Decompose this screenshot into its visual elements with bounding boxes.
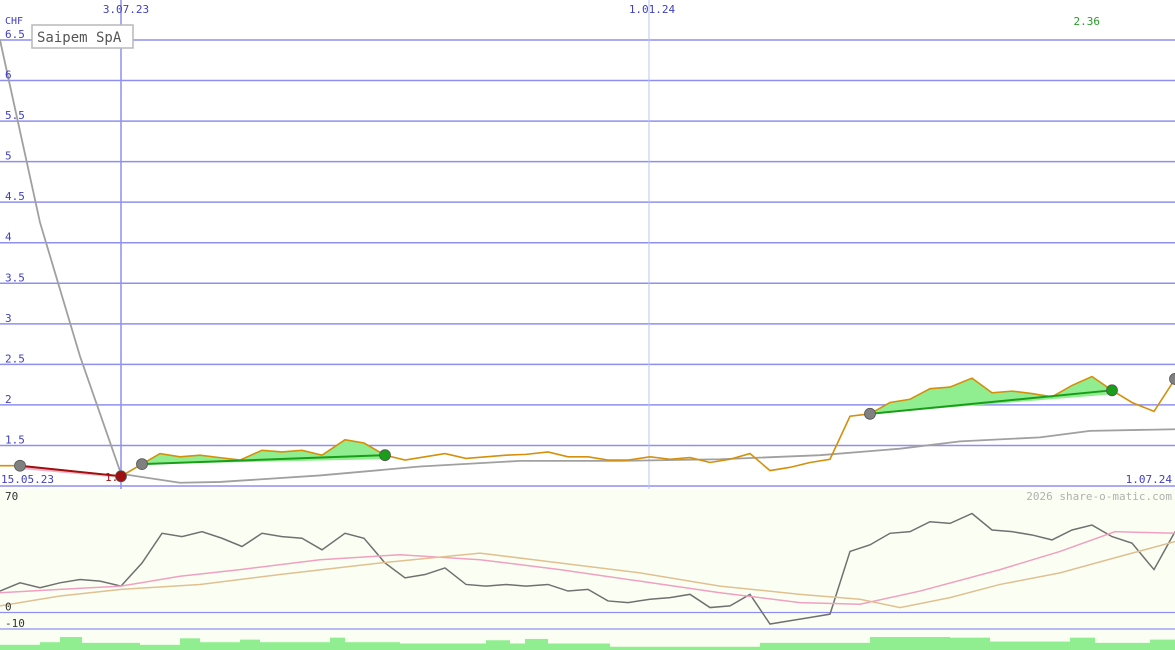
y-tick-label: 2.5 — [5, 352, 25, 365]
volume-bar — [548, 643, 610, 650]
last-value-label: 2.36 — [1074, 15, 1101, 28]
volume-bar — [240, 639, 260, 650]
volume-bar — [950, 637, 990, 650]
volume-bar — [60, 637, 82, 650]
indicator-tick-label: -10 — [5, 617, 25, 630]
price-lines — [0, 39, 1175, 484]
low-value-label: 1. — [105, 471, 118, 484]
volume-bar — [1150, 639, 1175, 650]
volume-bar — [40, 642, 60, 650]
y-tick-label: 3 — [5, 312, 12, 325]
y-tick-label: 2 — [5, 393, 12, 406]
stock-chart: 6.5 6 5.5 5 4.5 4 3.5 3 2.5 2 1.5 70 0 -10 2026 share… — [0, 0, 1175, 650]
end-date-label: 1.07.24 — [1126, 473, 1173, 486]
volume-bar — [470, 643, 486, 650]
top-date-label-1: 3.07.23 — [103, 3, 149, 16]
signal-markers — [14, 373, 1175, 483]
y-tick-label: 4 — [5, 231, 12, 244]
volume-bar — [180, 638, 200, 650]
volume-bar — [200, 642, 240, 650]
volume-bar — [990, 641, 1070, 650]
currency-label: CHF — [5, 16, 23, 27]
volume-bar — [870, 637, 950, 650]
y-tick-label: 4.5 — [5, 190, 25, 203]
y-tick-label: 1.5 — [5, 433, 25, 446]
top-date-label-2: 1.01.24 — [629, 3, 676, 16]
signal-marker — [1169, 373, 1175, 385]
trend-fill-up — [870, 376, 1112, 414]
volume-bar — [525, 638, 548, 650]
indicator-tick-label: 0 — [5, 601, 12, 614]
volume-bar — [345, 642, 400, 650]
signal-marker — [14, 459, 26, 472]
volume-bar — [82, 642, 140, 650]
volume-bar — [510, 643, 525, 650]
start-date-label: 15.05.23 — [1, 473, 54, 486]
volume-bar — [1095, 642, 1150, 650]
signal-marker — [1106, 384, 1118, 397]
volume-bar — [400, 643, 470, 650]
y-tick-label: 6 — [5, 69, 12, 82]
volume-bar — [140, 644, 180, 650]
volume-bar — [0, 644, 40, 650]
volume-bar — [1070, 637, 1095, 650]
y-tick-label: 5 — [5, 150, 12, 163]
volume-bar — [760, 642, 870, 650]
y-tick-label: 6.5 — [5, 28, 25, 41]
y-tick-label: 3.5 — [5, 271, 25, 284]
volume-bar — [330, 637, 345, 650]
volume-bar — [260, 642, 330, 650]
watermark: 2026 share-o-matic.com — [1026, 490, 1172, 503]
series-line-moving_avg — [0, 39, 1175, 484]
signal-marker — [379, 449, 391, 462]
indicator-tick-label: 70 — [5, 490, 18, 503]
signal-marker — [864, 407, 876, 420]
signal-marker — [136, 458, 148, 471]
chart-title: Saipem SpA — [37, 30, 122, 46]
y-tick-label: 5.5 — [5, 109, 25, 122]
volume-bar — [486, 640, 510, 650]
